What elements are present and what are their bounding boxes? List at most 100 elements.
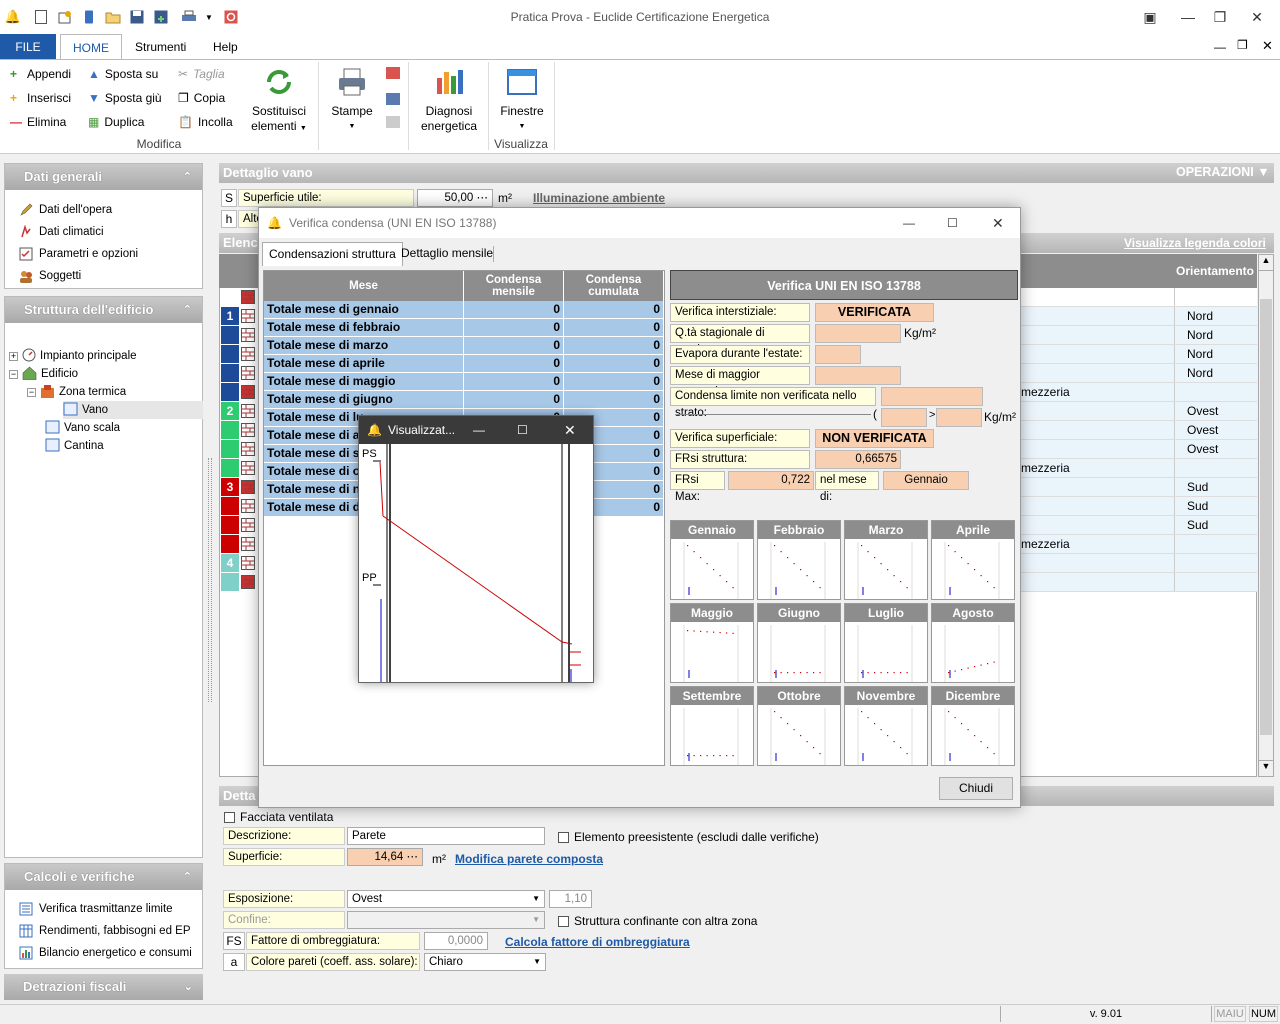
table-row[interactable]: mezzeria (1021, 535, 1257, 554)
boundary-select[interactable]: ▼ (347, 911, 545, 929)
table-row[interactable] (221, 573, 257, 592)
surface-input[interactable]: 14,64 ⋯ (347, 848, 423, 866)
copy-button[interactable]: ❐ Copia (178, 88, 233, 108)
restore-icon[interactable]: ▣ (1138, 6, 1162, 28)
append-button[interactable]: + Appendi (10, 64, 71, 84)
calc-header[interactable]: Calcoli e verifiche ⌃ (5, 864, 202, 890)
minimize-icon[interactable]: — (1176, 6, 1200, 28)
minimize-icon[interactable]: — (903, 208, 915, 238)
table-row[interactable]: 2 (221, 402, 257, 421)
month-chart[interactable]: Maggio (670, 603, 754, 683)
table-row[interactable]: Totale mese di gennaio 0 0 (264, 301, 664, 319)
color-legend-link[interactable]: Visualizza legenda colori (1124, 236, 1266, 250)
lighting-link[interactable]: Illuminazione ambiente (533, 191, 665, 205)
table-row[interactable]: Nord (1021, 345, 1257, 364)
insert-button[interactable]: + Inserisci (10, 88, 71, 108)
file-tab[interactable]: FILE (0, 34, 56, 60)
table-row[interactable] (221, 288, 257, 307)
table-row[interactable] (1021, 288, 1257, 307)
table-row[interactable]: Totale mese di marzo 0 0 (264, 337, 664, 355)
sidebar-item-subjects[interactable]: Soggetti (5, 265, 202, 287)
table-row[interactable]: Nord (1021, 307, 1257, 326)
print-button[interactable]: Stampe ▼ (329, 66, 375, 134)
table-row[interactable]: Nord (1021, 364, 1257, 383)
operations-menu[interactable]: OPERAZIONI ▼ (1176, 165, 1270, 179)
tree-item-thermal-zone[interactable]: − Zona termica (27, 383, 126, 401)
month-chart[interactable]: Giugno (757, 603, 841, 683)
month-chart[interactable]: Aprile (931, 520, 1015, 600)
table-row[interactable] (1021, 573, 1257, 592)
table-row[interactable]: Ovest (1021, 440, 1257, 459)
table-row[interactable]: Ovest (1021, 402, 1257, 421)
cut-button[interactable]: ✂ Taglia (178, 64, 233, 84)
table-row[interactable]: mezzeria (1021, 459, 1257, 478)
doc-icon[interactable] (386, 93, 400, 105)
table-row[interactable] (221, 516, 257, 535)
minimize-icon[interactable]: — (473, 416, 485, 444)
tax-header[interactable]: Detrazioni fiscali ⌄ (4, 974, 203, 1000)
preexisting-checkbox[interactable]: Elemento preesistente (escludi dalle ver… (558, 830, 819, 844)
table-row[interactable] (221, 421, 257, 440)
move-up-button[interactable]: ▲ Sposta su (88, 64, 162, 84)
move-down-button[interactable]: ▼ Sposta giù (88, 88, 162, 108)
maximize-icon[interactable]: ☐ (517, 416, 528, 444)
energy-diagnosis-button[interactable]: Diagnosi energetica (416, 66, 482, 134)
month-chart[interactable]: Luglio (844, 603, 928, 683)
replace-elements-button[interactable]: Sostituisci elementi ▼ (249, 66, 309, 136)
month-chart[interactable]: Gennaio (670, 520, 754, 600)
tree-item-plant[interactable]: + Impianto principale (9, 347, 137, 365)
description-input[interactable]: Parete (347, 827, 545, 845)
table-row[interactable] (221, 440, 257, 459)
table-row[interactable] (1021, 554, 1257, 573)
export-icon[interactable] (386, 116, 400, 128)
calc-shading-link[interactable]: Calcola fattore di ombreggiatura (505, 935, 690, 949)
splitter[interactable] (208, 458, 212, 702)
collapse-icon[interactable]: ⌃ (183, 864, 192, 890)
tab-structure[interactable]: Condensazioni struttura (262, 242, 403, 266)
table-row[interactable]: Ovest (1021, 421, 1257, 440)
ventilated-facade[interactable]: Facciata ventilata (224, 810, 333, 824)
structure-header[interactable]: Struttura dell'edificio ⌃ (5, 297, 202, 323)
tab-monthly[interactable]: Dettaglio mensile (395, 242, 499, 266)
table-row[interactable] (221, 383, 257, 402)
sidebar-item-transmittance[interactable]: Verifica trasmittanze limite (5, 898, 202, 920)
scroll-thumb[interactable] (1260, 299, 1272, 735)
table-row[interactable]: Totale mese di aprile 0 0 (264, 355, 664, 373)
sidebar-item-climate[interactable]: Dati climatici (5, 221, 202, 243)
collapse-icon[interactable]: ⌃ (183, 297, 192, 323)
table-row[interactable]: mezzeria (1021, 383, 1257, 402)
tree-item-room[interactable]: Vano (63, 401, 203, 419)
duplicate-button[interactable]: ▦ Duplica (88, 112, 162, 132)
table-row[interactable]: Sud (1021, 516, 1257, 535)
collapse-tree-icon[interactable]: − (27, 387, 36, 397)
table-row[interactable]: Totale mese di giugno 0 0 (264, 391, 664, 409)
ribbon-restore-icon[interactable]: ❐ (1237, 38, 1248, 52)
usable-surface-input[interactable]: 50,00 ⋯ (417, 189, 493, 207)
table-row[interactable]: Totale mese di maggio 0 0 (264, 373, 664, 391)
home-tab[interactable]: HOME (60, 34, 122, 60)
sidebar-item-work-data[interactable]: Dati dell'opera (5, 199, 202, 221)
table-row[interactable] (221, 364, 257, 383)
scroll-down-icon[interactable]: ▼ (1259, 760, 1273, 776)
sidebar-item-efficiency[interactable]: Rendimenti, fabbisogni ed EP (5, 920, 202, 942)
help-tab[interactable]: Help (201, 34, 250, 60)
sidebar-item-balance[interactable]: Bilancio energetico e consumi (5, 942, 202, 964)
close-icon[interactable]: ✕ (1245, 6, 1269, 28)
maximize-icon[interactable]: ❐ (1208, 6, 1232, 28)
sidebar-item-params[interactable]: Parametri e opzioni (5, 243, 202, 265)
table-row[interactable] (221, 459, 257, 478)
expand-icon[interactable]: ⌄ (184, 974, 193, 1000)
table-row[interactable]: Sud (1021, 478, 1257, 497)
month-chart[interactable]: Agosto (931, 603, 1015, 683)
exposure-select[interactable]: Ovest ▼ (347, 890, 545, 908)
ribbon-min-icon[interactable]: — (1214, 40, 1226, 54)
adjacent-zone-checkbox[interactable]: Struttura confinante con altra zona (558, 914, 757, 928)
tree-item-cellar[interactable]: Cantina (45, 437, 104, 455)
maximize-icon[interactable]: ☐ (947, 208, 958, 238)
collapse-icon[interactable]: ⌃ (183, 164, 192, 190)
grid-scrollbar[interactable]: ▲ ▼ (1258, 254, 1274, 777)
month-chart[interactable]: Dicembre (931, 686, 1015, 766)
table-row[interactable]: Totale mese di febbraio 0 0 (264, 319, 664, 337)
month-chart[interactable]: Febbraio (757, 520, 841, 600)
checkbox-icon[interactable] (558, 831, 569, 843)
